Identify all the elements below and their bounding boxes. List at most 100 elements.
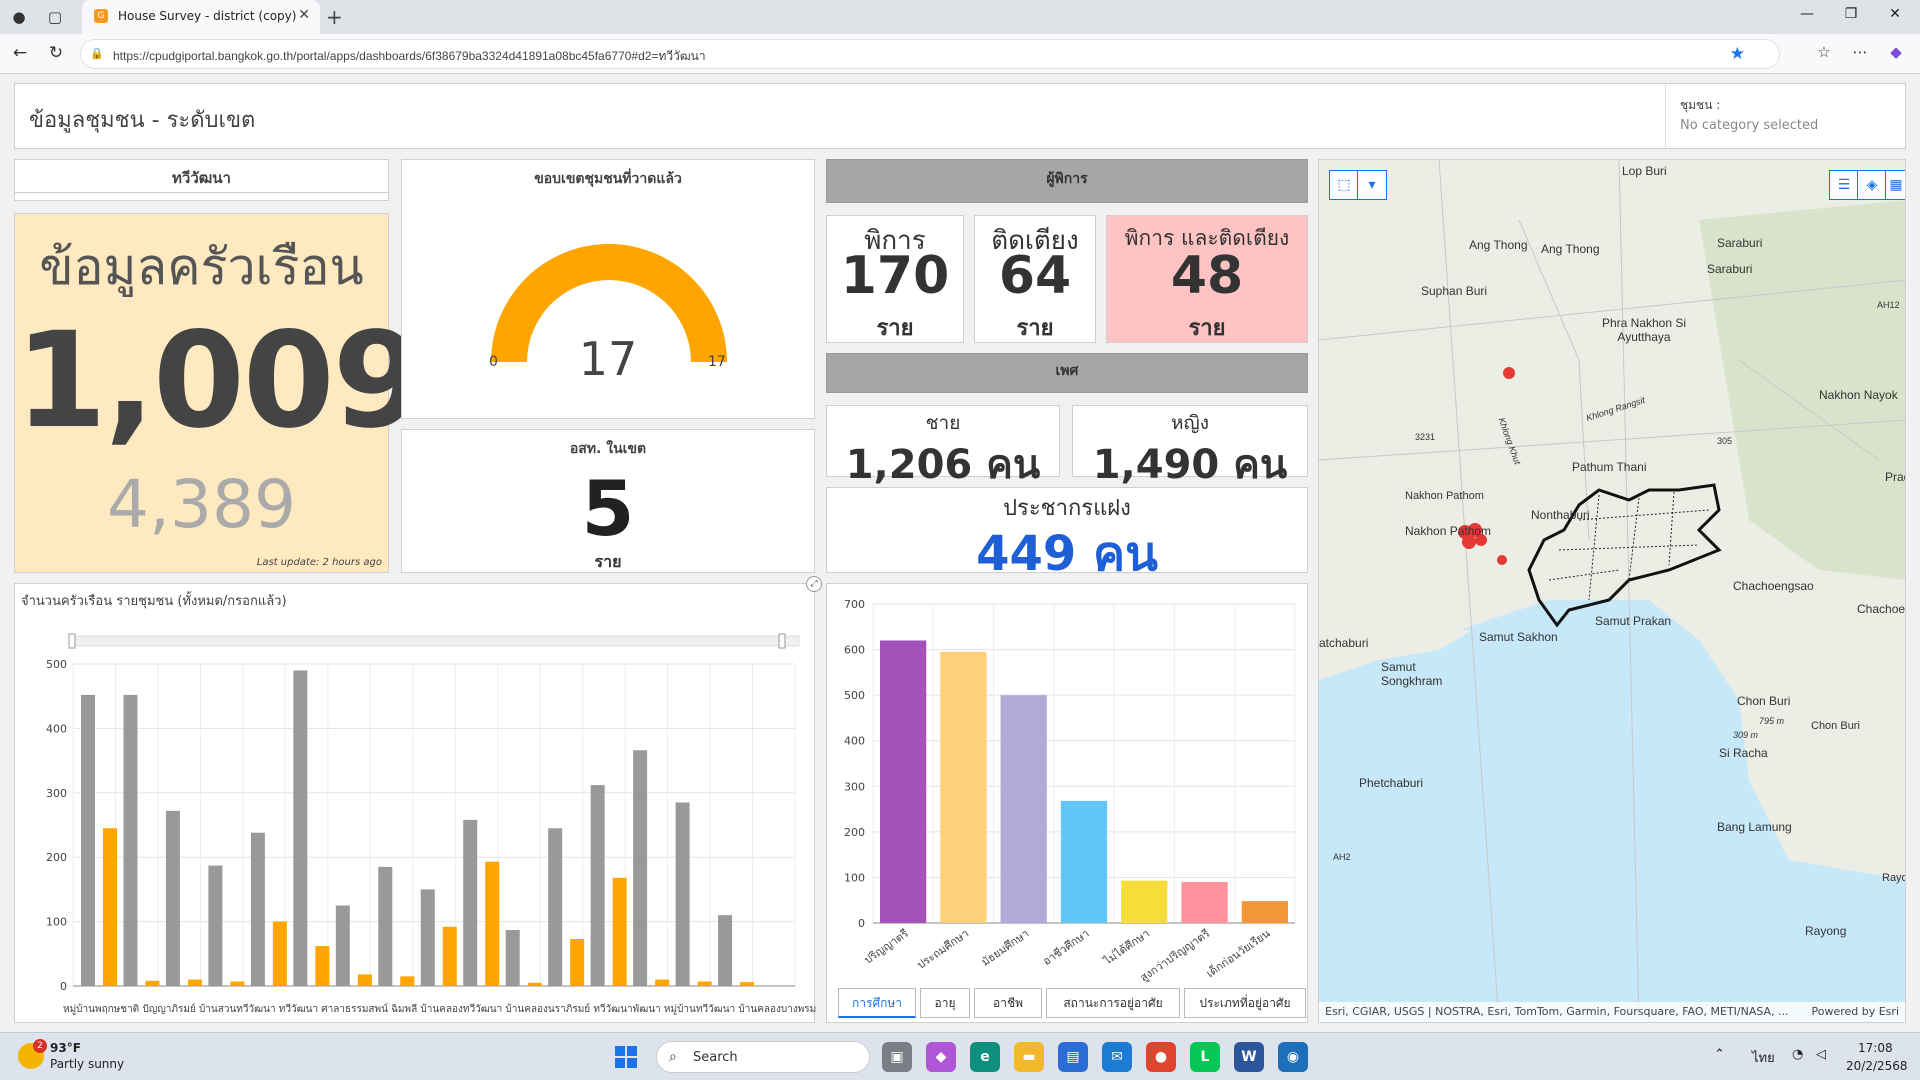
- bar[interactable]: [1121, 880, 1168, 923]
- line-icon[interactable]: L: [1190, 1042, 1220, 1072]
- layers-icon[interactable]: ◈: [1857, 170, 1887, 200]
- bar[interactable]: [81, 694, 95, 986]
- camera-app-icon[interactable]: ◉: [1278, 1042, 1308, 1072]
- back-icon[interactable]: ←: [8, 43, 32, 63]
- bar[interactable]: [697, 981, 712, 986]
- tab-age[interactable]: อายุ: [920, 988, 970, 1018]
- store-icon[interactable]: ▤: [1058, 1042, 1088, 1072]
- bar[interactable]: [463, 819, 478, 986]
- map-label: Ang Thong: [1541, 242, 1600, 256]
- url-field[interactable]: 🔒 https://cpudgiportal.bangkok.go.th/por…: [80, 39, 1780, 69]
- chart-scroll-handle-left[interactable]: [68, 633, 76, 649]
- copilot-icon[interactable]: ◆: [1884, 43, 1908, 61]
- tab-residence-type[interactable]: ประเภทที่อยู่อาศัย: [1184, 988, 1306, 1018]
- bar[interactable]: [1181, 881, 1228, 923]
- filter-value[interactable]: No category selected: [1680, 118, 1818, 133]
- browser-tab[interactable]: G House Survey - district (copy) ✕: [82, 0, 320, 34]
- tab-actions-icon[interactable]: ▢: [44, 7, 66, 27]
- wifi-icon[interactable]: ◔: [1792, 1047, 1803, 1062]
- bar[interactable]: [718, 915, 733, 986]
- bar[interactable]: [293, 670, 308, 986]
- temperature[interactable]: 93°F: [50, 1041, 81, 1055]
- bar[interactable]: [123, 694, 138, 986]
- bar[interactable]: [940, 651, 987, 923]
- bar[interactable]: [1000, 695, 1047, 923]
- new-tab-icon[interactable]: +: [326, 5, 343, 29]
- favorites-icon[interactable]: ☆: [1812, 43, 1836, 61]
- bar[interactable]: [420, 889, 435, 986]
- bar[interactable]: [442, 926, 457, 986]
- map-canvas[interactable]: [1319, 160, 1906, 1023]
- chevron-up-icon[interactable]: ⌃: [1714, 1047, 1725, 1062]
- bar[interactable]: [675, 802, 690, 986]
- file-explorer-icon[interactable]: ▬: [1014, 1042, 1044, 1072]
- select-dropdown-icon[interactable]: ▾: [1357, 170, 1387, 200]
- favorite-star-icon[interactable]: ★: [1730, 44, 1745, 64]
- mail-icon[interactable]: ✉: [1102, 1042, 1132, 1072]
- close-tab-icon[interactable]: ✕: [298, 7, 310, 23]
- word-icon[interactable]: W: [1234, 1042, 1264, 1072]
- disabled-card: พิการ 170 ราย: [826, 215, 964, 343]
- bar[interactable]: [740, 982, 755, 986]
- bar[interactable]: [165, 810, 180, 986]
- community-filter[interactable]: ชุมชน : No category selected: [1665, 84, 1905, 148]
- bar[interactable]: [880, 640, 927, 923]
- site-info-icon[interactable]: 🔒: [90, 47, 104, 61]
- bar[interactable]: [250, 832, 265, 986]
- basemap-icon[interactable]: ▦: [1885, 170, 1905, 200]
- bar[interactable]: [505, 929, 520, 986]
- tab-education[interactable]: การศึกษา: [838, 988, 916, 1018]
- copilot-app-icon[interactable]: ◆: [926, 1042, 956, 1072]
- task-view-icon[interactable]: ▣: [882, 1042, 912, 1072]
- bar[interactable]: [400, 976, 415, 986]
- bar[interactable]: [272, 921, 287, 986]
- bar[interactable]: [655, 979, 670, 986]
- weather-description[interactable]: Partly sunny: [50, 1057, 124, 1071]
- bar[interactable]: [548, 828, 563, 986]
- disabled-bedridden-card: พิการ และติดเตียง 48 ราย: [1106, 215, 1308, 343]
- profile-icon[interactable]: ●: [8, 7, 30, 27]
- legend-icon[interactable]: ☰: [1829, 170, 1859, 200]
- chrome-icon[interactable]: ●: [1146, 1042, 1176, 1072]
- bar[interactable]: [527, 982, 542, 986]
- tab-occupation[interactable]: อาชีพ: [974, 988, 1042, 1018]
- powered-by-text[interactable]: Powered by Esri: [1811, 1005, 1899, 1018]
- bar[interactable]: [208, 865, 223, 986]
- bar[interactable]: [590, 785, 605, 986]
- bar[interactable]: [187, 979, 202, 986]
- restore-icon[interactable]: ❐: [1836, 6, 1866, 22]
- tab-residence-status[interactable]: สถานะการอยู่อาศัย: [1046, 988, 1180, 1018]
- bar[interactable]: [633, 750, 648, 986]
- bar[interactable]: [570, 938, 585, 986]
- address-bar: ← ↻ 🔒 https://cpudgiportal.bangkok.go.th…: [0, 34, 1920, 74]
- bar[interactable]: [1060, 800, 1108, 923]
- minimize-icon[interactable]: —: [1792, 6, 1822, 22]
- clock-date[interactable]: 20/2/2568: [1846, 1059, 1908, 1073]
- chart-scroll-track[interactable]: [70, 635, 800, 647]
- bar[interactable]: [357, 974, 372, 986]
- bar[interactable]: [145, 980, 160, 986]
- map-label: Saraburi: [1717, 236, 1763, 250]
- bar[interactable]: [612, 877, 627, 986]
- language-indicator[interactable]: ไทย: [1752, 1047, 1775, 1068]
- select-tool-icon[interactable]: ⬚: [1329, 170, 1359, 200]
- bar[interactable]: [230, 981, 245, 986]
- taskbar-search[interactable]: ⌕ Search: [656, 1041, 870, 1073]
- bar[interactable]: [378, 866, 393, 986]
- chart-scroll-handle-right[interactable]: [778, 633, 786, 649]
- bar[interactable]: [1241, 901, 1288, 923]
- y-tick-label: 300: [844, 780, 865, 793]
- refresh-icon[interactable]: ↻: [44, 43, 68, 63]
- bar[interactable]: [485, 861, 500, 986]
- volume-icon[interactable]: ◁: [1816, 1047, 1826, 1062]
- more-menu-icon[interactable]: ⋯: [1848, 43, 1872, 61]
- clock-time[interactable]: 17:08: [1858, 1041, 1893, 1055]
- edge-icon[interactable]: e: [970, 1042, 1000, 1072]
- start-icon[interactable]: [614, 1045, 638, 1069]
- map-view[interactable]: ⬚ ▾ ☰ ◈ ▦ Lop Buri Ang Thong Ang Thong S…: [1318, 159, 1906, 1023]
- bar[interactable]: [335, 905, 350, 987]
- attribution-text[interactable]: Esri, CGIAR, USGS | NOSTRA, Esri, TomTom…: [1325, 1005, 1789, 1018]
- close-window-icon[interactable]: ✕: [1880, 6, 1910, 22]
- bar[interactable]: [315, 946, 330, 986]
- bar[interactable]: [103, 828, 117, 986]
